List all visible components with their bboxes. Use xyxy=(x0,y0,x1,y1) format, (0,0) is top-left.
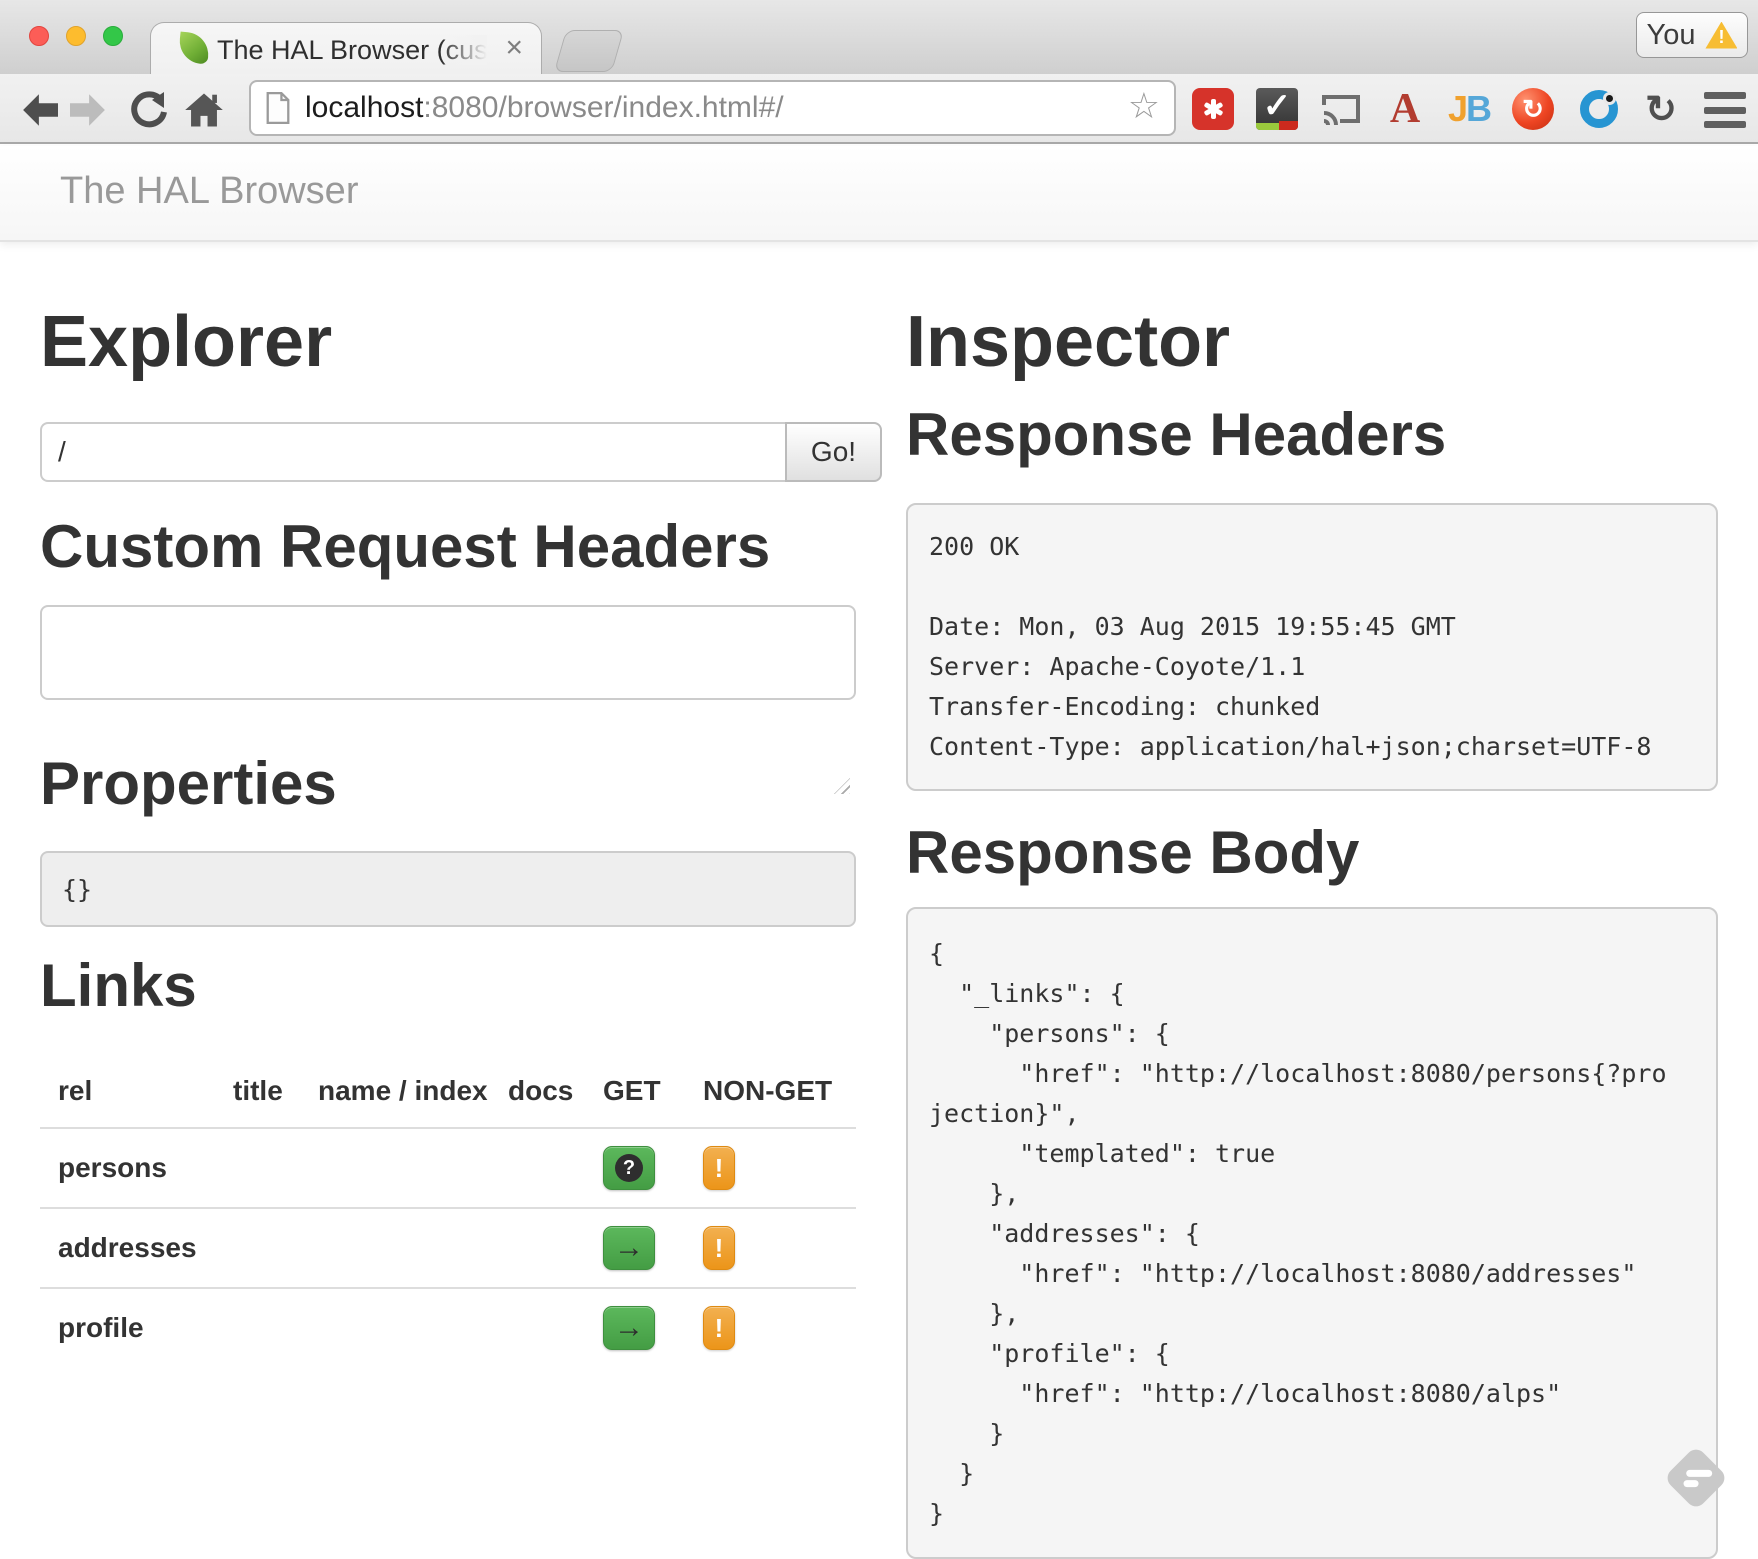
get-button[interactable]: → xyxy=(603,1306,655,1350)
rel-label: addresses xyxy=(40,1208,215,1288)
url-text: localhost:8080/browser/index.html#/ xyxy=(305,91,784,125)
reload-button[interactable] xyxy=(126,88,170,132)
spring-leaf-favicon-icon xyxy=(178,32,211,65)
arrow-right-icon: → xyxy=(614,1233,644,1263)
links-table-header-row: rel title name / index docs GET NON-GET xyxy=(40,1045,856,1128)
refresh-circle-icon: ↻ xyxy=(1645,87,1677,132)
red-a-extension-icon[interactable]: A xyxy=(1384,88,1426,130)
back-arrow-icon xyxy=(19,92,61,128)
warning-triangle-icon xyxy=(1705,22,1737,49)
rel-label: profile xyxy=(40,1288,215,1367)
window-zoom-button[interactable] xyxy=(103,26,123,46)
tab-close-icon[interactable]: × xyxy=(505,31,523,65)
response-body-box: { "_links": { "persons": { "href": "http… xyxy=(906,907,1718,1559)
arrow-right-icon: → xyxy=(614,1313,644,1343)
sync-circle-icon: ↻ xyxy=(1512,88,1554,130)
blue-donut-icon xyxy=(1580,90,1618,128)
green-bar xyxy=(1256,123,1279,130)
jetbrains-extension-icon[interactable]: JB xyxy=(1448,88,1490,130)
url-path: :8080/browser/index.html#/ xyxy=(423,91,783,124)
col-title: title xyxy=(215,1045,300,1128)
home-icon xyxy=(184,91,224,129)
letter-b-icon: B xyxy=(1466,88,1490,130)
home-button[interactable] xyxy=(182,88,226,132)
letter-j-icon: J xyxy=(1448,88,1466,130)
site-brand[interactable]: The HAL Browser xyxy=(60,170,358,213)
question-icon: ? xyxy=(615,1154,643,1182)
browser-tab[interactable]: The HAL Browser (customiz × xyxy=(150,22,542,74)
col-nonget: NON-GET xyxy=(685,1045,856,1128)
explorer-title: Explorer xyxy=(40,302,882,382)
col-name-index: name / index xyxy=(300,1045,490,1128)
checkmark-extension-icon[interactable]: ✓ xyxy=(1256,88,1298,130)
table-row-profile: profile → ! xyxy=(40,1288,856,1367)
col-get: GET xyxy=(585,1045,685,1128)
non-get-button[interactable]: ! xyxy=(703,1146,735,1190)
table-row-addresses: addresses → ! xyxy=(40,1208,856,1288)
links-table: rel title name / index docs GET NON-GET … xyxy=(40,1045,856,1367)
bookmark-star-icon[interactable]: ☆ xyxy=(1128,85,1160,127)
col-docs: docs xyxy=(490,1045,585,1128)
black-dot xyxy=(1603,92,1616,105)
cast-icon xyxy=(1320,91,1362,127)
browser-toolbar: localhost:8080/browser/index.html#/ ☆ ✓ … xyxy=(0,74,1758,144)
back-button[interactable] xyxy=(18,88,62,132)
cast-extension-icon[interactable] xyxy=(1320,88,1362,130)
tab-title-fade xyxy=(441,35,487,65)
inspector-panel: Inspector Response Headers 200 OK Date: … xyxy=(906,242,1718,1559)
hamburger-menu-icon[interactable] xyxy=(1704,92,1746,128)
red-sync-extension-icon[interactable]: ↻ xyxy=(1512,88,1554,130)
profile-button[interactable]: You xyxy=(1636,12,1748,58)
page-icon xyxy=(265,92,291,124)
get-button[interactable]: ? xyxy=(603,1146,655,1190)
profile-label: You xyxy=(1647,19,1696,52)
red-bar xyxy=(1279,121,1298,130)
get-button[interactable]: → xyxy=(603,1226,655,1270)
path-input[interactable] xyxy=(40,422,785,482)
address-bar[interactable]: localhost:8080/browser/index.html#/ ☆ xyxy=(249,80,1176,136)
response-headers-title: Response Headers xyxy=(906,402,1718,468)
forward-arrow-icon xyxy=(67,92,109,128)
url-host: localhost xyxy=(305,91,423,124)
col-rel: rel xyxy=(40,1045,215,1128)
lastpass-extension-icon[interactable] xyxy=(1192,88,1234,130)
properties-value: {} xyxy=(40,851,856,927)
reload-icon xyxy=(128,90,168,130)
asterisk-icon xyxy=(1192,88,1234,130)
properties-title: Properties xyxy=(40,751,882,817)
explorer-panel: Explorer Go! Custom Request Headers Prop… xyxy=(40,242,882,1367)
custom-headers-title: Custom Request Headers xyxy=(40,514,882,580)
site-navbar: The HAL Browser xyxy=(0,146,1758,242)
rel-label: persons xyxy=(40,1128,215,1208)
blue-ring-extension-icon[interactable] xyxy=(1578,88,1620,130)
path-form: Go! xyxy=(40,422,882,482)
forward-button[interactable] xyxy=(66,88,110,132)
non-get-button[interactable]: ! xyxy=(703,1226,735,1270)
window-titlebar: The HAL Browser (customiz × You xyxy=(0,0,1758,74)
new-tab-button[interactable] xyxy=(554,30,624,72)
go-button[interactable]: Go! xyxy=(785,422,882,482)
window-minimize-button[interactable] xyxy=(66,26,86,46)
response-body-title: Response Body xyxy=(906,820,1718,886)
table-row-persons: persons ? ! xyxy=(40,1128,856,1208)
refresh-extension-icon[interactable]: ↻ xyxy=(1640,88,1682,130)
response-headers-box: 200 OK Date: Mon, 03 Aug 2015 19:55:45 G… xyxy=(906,503,1718,791)
custom-headers-textarea[interactable] xyxy=(40,605,856,700)
window-close-button[interactable] xyxy=(29,26,49,46)
links-title: Links xyxy=(40,953,882,1019)
inspector-title: Inspector xyxy=(906,302,1718,382)
serif-a-icon: A xyxy=(1390,85,1420,133)
non-get-button[interactable]: ! xyxy=(703,1306,735,1350)
